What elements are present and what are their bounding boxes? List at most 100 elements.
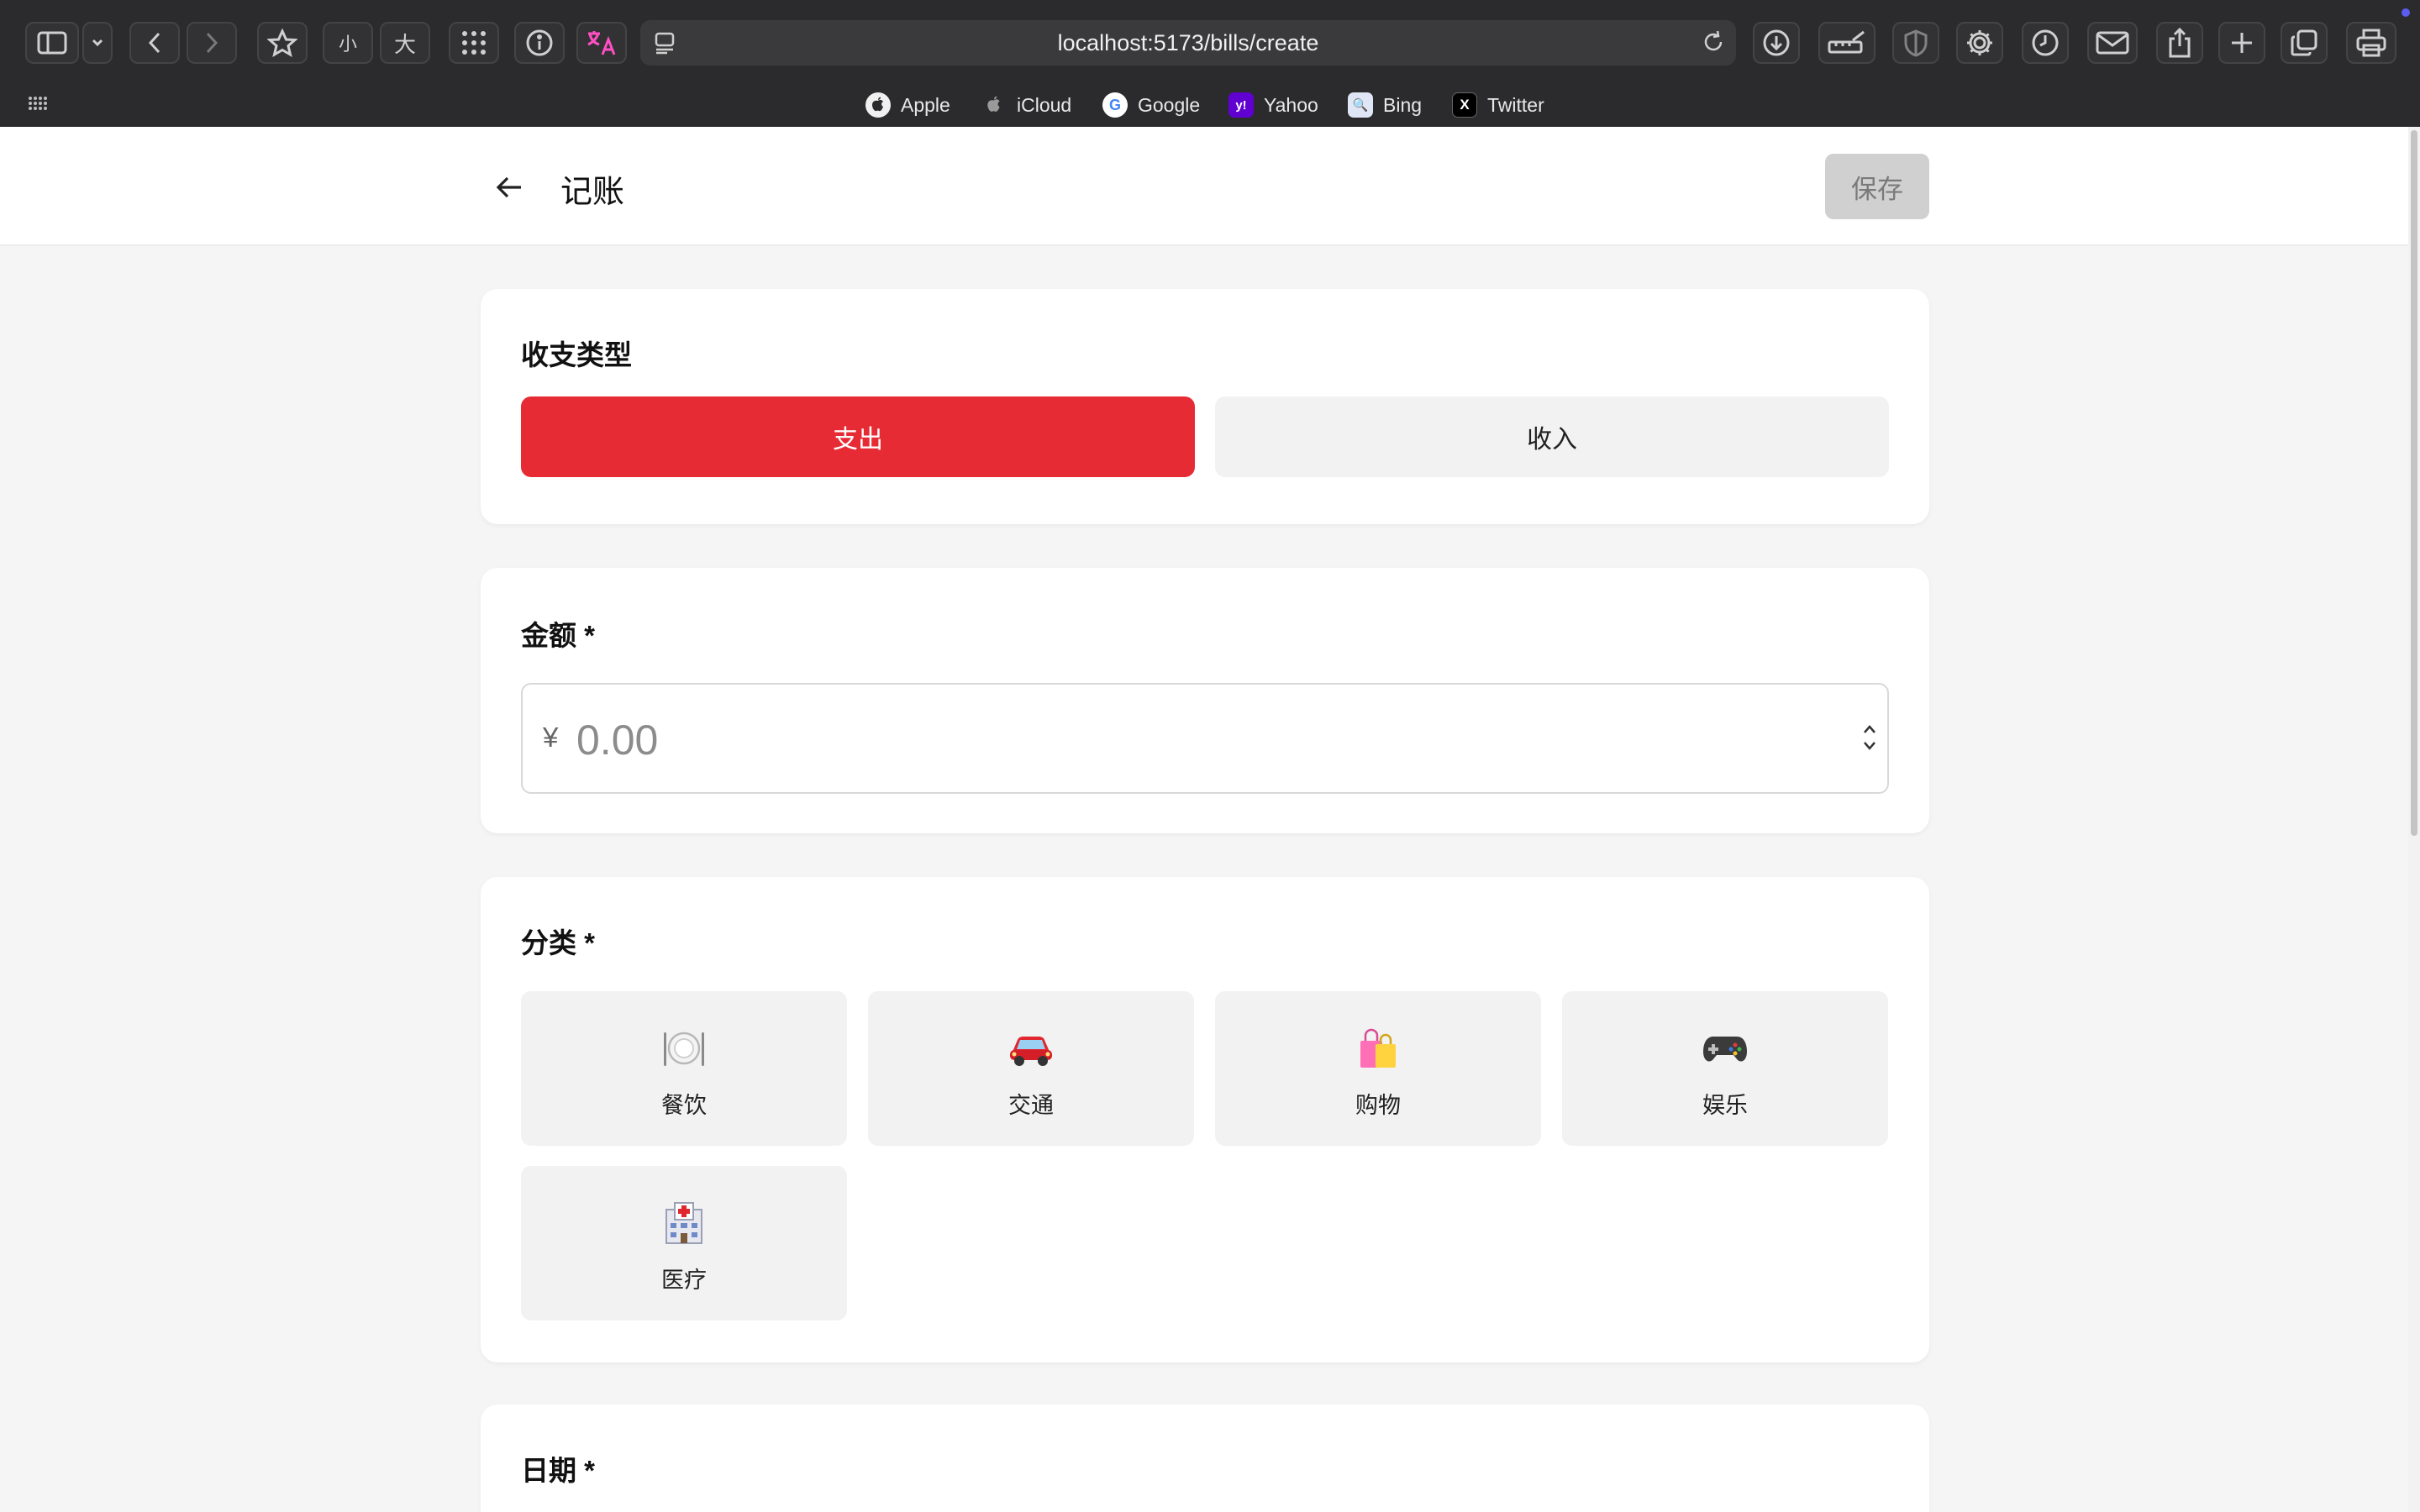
category-label: 医疗: [661, 1268, 707, 1293]
translate-button[interactable]: [576, 22, 627, 64]
twitter-icon: X: [1452, 92, 1477, 118]
clock-icon: [2032, 29, 2059, 56]
amount-card: 金额 * ¥: [481, 568, 1929, 833]
bookmark-twitter[interactable]: X Twitter: [1452, 91, 1544, 119]
printer-icon: [2356, 29, 2386, 57]
reload-icon[interactable]: [1701, 29, 1726, 60]
income-label: 收入: [1527, 426, 1577, 454]
download-icon: [1763, 29, 1790, 56]
forward-nav-button[interactable]: [187, 22, 237, 64]
sidebar-icon: [37, 31, 67, 55]
amount-input[interactable]: [576, 706, 1820, 774]
income-type-button[interactable]: 收入: [1215, 396, 1889, 477]
game-controller-icon: [1562, 1025, 1888, 1072]
bookmark-icloud[interactable]: iCloud: [981, 91, 1071, 119]
apps-grid-button[interactable]: [449, 22, 499, 64]
bookmark-label: iCloud: [1017, 93, 1072, 116]
new-tab-button[interactable]: [2218, 22, 2265, 64]
url-text: localhost:5173/bills/create: [1057, 29, 1319, 55]
history-button[interactable]: [2022, 22, 2069, 64]
text-larger-button[interactable]: 大: [380, 22, 430, 64]
chevron-right-icon: [206, 32, 218, 54]
info-button[interactable]: [514, 22, 565, 64]
back-button[interactable]: [489, 167, 529, 207]
privacy-shield-button[interactable]: [1892, 22, 1939, 64]
save-button[interactable]: 保存: [1825, 154, 1929, 219]
dining-icon: [521, 1025, 847, 1072]
shopping-bags-icon: [1215, 1025, 1541, 1072]
browser-toolbar: 小 大 localhost:5173/bills/create: [0, 0, 2420, 86]
category-label: 娱乐: [1702, 1093, 1748, 1118]
pen-ruler-icon: [1828, 30, 1865, 54]
category-entertainment[interactable]: 娱乐: [1562, 991, 1888, 1146]
bookmark-label: Apple: [901, 93, 950, 116]
arrow-left-icon: [496, 176, 521, 198]
currency-symbol: ¥: [543, 722, 559, 753]
chevron-left-icon: [148, 32, 160, 54]
shield-icon: [1904, 29, 1928, 57]
bookmarks-grid-button[interactable]: [25, 91, 50, 116]
hospital-icon: [521, 1200, 847, 1247]
info-icon: [526, 29, 553, 56]
settings-button[interactable]: [1956, 22, 2003, 64]
apple-icon: [865, 92, 891, 118]
amount-stepper[interactable]: [1859, 718, 1881, 757]
scrollbar-thumb[interactable]: [2411, 130, 2417, 836]
expense-label: 支出: [833, 426, 883, 454]
page-menu-icon[interactable]: [654, 31, 676, 60]
notification-dot: [2402, 8, 2410, 17]
bookmark-bing[interactable]: 🔍 Bing: [1348, 91, 1422, 119]
bookmark-button[interactable]: [257, 22, 308, 64]
tab-group-dropdown-button[interactable]: [82, 22, 113, 64]
expense-type-button[interactable]: 支出: [521, 396, 1195, 477]
page-header: 记账 保存: [0, 127, 2408, 246]
text-smaller-button[interactable]: 小: [323, 22, 373, 64]
bookmark-label: Twitter: [1487, 93, 1544, 116]
bookmark-google[interactable]: G Google: [1102, 91, 1200, 119]
date-card: 日期 *: [481, 1404, 1929, 1512]
envelope-icon: [2096, 31, 2129, 55]
category-medical[interactable]: 医疗: [521, 1166, 847, 1320]
bookmark-yahoo[interactable]: y! Yahoo: [1228, 91, 1318, 119]
mail-button[interactable]: [2087, 22, 2138, 64]
type-card: 收支类型 支出 收入: [481, 289, 1929, 524]
bookmark-label: Yahoo: [1264, 93, 1318, 116]
bookmark-label: Bing: [1383, 93, 1423, 116]
share-button[interactable]: [2156, 22, 2203, 64]
google-icon: G: [1102, 92, 1128, 118]
category-label: 购物: [1355, 1093, 1401, 1118]
bookmark-apple[interactable]: Apple: [865, 91, 950, 119]
sidebar-toggle-button[interactable]: [25, 22, 79, 64]
browser-chrome: 小 大 localhost:5173/bills/create Apple iC…: [0, 0, 2420, 127]
text-small-label: 小: [338, 34, 357, 55]
back-nav-button[interactable]: [129, 22, 180, 64]
car-icon: [868, 1025, 1194, 1072]
star-icon: [267, 29, 297, 57]
grid-icon: [29, 97, 47, 110]
markup-button[interactable]: [1818, 22, 1876, 64]
category-transport[interactable]: 交通: [868, 991, 1194, 1146]
category-label: 交通: [1008, 1093, 1054, 1118]
category-shopping[interactable]: 购物: [1215, 991, 1541, 1146]
plus-icon: [2232, 33, 2252, 53]
tabs-icon: [2291, 29, 2317, 56]
amount-field[interactable]: ¥: [521, 683, 1889, 794]
tab-overview-button[interactable]: [2281, 22, 2328, 64]
bookmark-label: Google: [1138, 93, 1201, 116]
page-scrollbar[interactable]: [2408, 127, 2420, 1512]
translate-icon: [587, 31, 616, 55]
share-icon: [2169, 27, 2191, 58]
grid-icon: [462, 31, 486, 55]
category-label: 餐饮: [661, 1093, 707, 1118]
category-section-title: 分类 *: [521, 927, 596, 958]
chevron-down-icon: [92, 39, 103, 47]
downloads-button[interactable]: [1753, 22, 1800, 64]
amount-section-title: 金额 *: [521, 620, 596, 651]
text-large-label: 大: [393, 31, 416, 57]
address-bar[interactable]: localhost:5173/bills/create: [640, 20, 1736, 66]
print-button[interactable]: [2346, 22, 2396, 64]
category-dining[interactable]: 餐饮: [521, 991, 847, 1146]
type-section-title: 收支类型: [521, 339, 632, 370]
page-title: 记账: [560, 175, 625, 210]
yahoo-icon: y!: [1228, 92, 1254, 118]
